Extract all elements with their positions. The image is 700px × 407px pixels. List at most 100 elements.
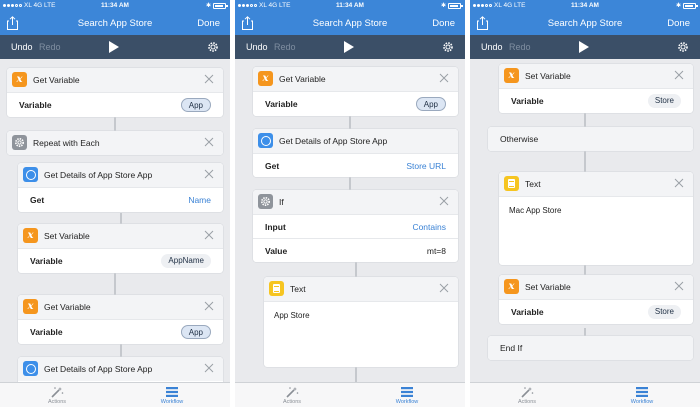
tab-workflow[interactable]: Workflow — [617, 386, 667, 405]
tab-workflow[interactable]: Workflow — [382, 386, 432, 405]
action-card-text[interactable]: Text Mac App Store — [499, 172, 693, 265]
redo-button[interactable]: Redo — [39, 42, 61, 52]
status-bar: XL 4G LTE 11:34 AM ✱ — [235, 0, 465, 12]
variable-icon: x — [23, 299, 38, 314]
card-title: Repeat with Each — [33, 138, 100, 148]
param-label: Variable — [30, 327, 63, 337]
param-value[interactable]: Contains — [412, 222, 446, 232]
card-title: Text — [525, 179, 541, 189]
close-icon[interactable] — [204, 363, 214, 373]
variable-name-field[interactable]: Store — [647, 305, 681, 319]
close-icon[interactable] — [439, 73, 449, 83]
nav-bar: Search App Store Done — [470, 12, 700, 35]
variable-icon: x — [504, 279, 519, 294]
variable-name-field[interactable]: AppName — [161, 254, 211, 268]
redo-button[interactable]: Redo — [274, 42, 296, 52]
workflow-list-icon — [166, 387, 178, 397]
tab-actions[interactable]: Actions — [267, 386, 317, 405]
param-label: Value — [265, 246, 288, 256]
close-icon[interactable] — [204, 169, 214, 179]
undo-button[interactable]: Undo — [481, 42, 503, 52]
param-value[interactable]: Store URL — [406, 161, 446, 171]
done-button[interactable]: Done — [667, 18, 690, 29]
variable-icon: x — [12, 72, 27, 87]
close-icon[interactable] — [204, 74, 214, 84]
action-card-if[interactable]: If Input Contains Value mt=8 — [253, 190, 458, 262]
card-header: End If — [488, 336, 693, 360]
editor-toolbar: Undo Redo — [470, 35, 700, 59]
status-time: 11:34 AM — [101, 2, 129, 9]
phone-screen-2: XL 4G LTE 11:34 AM ✱ Search App Store Do… — [235, 0, 465, 407]
phone-screen-1: XL 4G LTE 11:34 AM ✱ Search App Store Do… — [0, 0, 230, 407]
variable-token[interactable]: App — [415, 97, 446, 111]
variable-token[interactable]: App — [180, 98, 211, 112]
tab-actions[interactable]: Actions — [32, 386, 82, 405]
param-row: Value mt=8 — [253, 238, 458, 262]
tab-actions[interactable]: Actions — [502, 386, 552, 405]
text-area[interactable]: Mac App Store — [499, 196, 693, 265]
action-card-text[interactable]: Text App Store — [264, 277, 458, 367]
workflow-list-icon — [401, 387, 413, 397]
status-time: 11:34 AM — [336, 2, 364, 9]
card-title: Set Variable — [525, 282, 571, 292]
card-header: Get Details of App Store App — [18, 357, 223, 381]
battery-icon — [683, 2, 698, 9]
close-icon[interactable] — [439, 196, 449, 206]
editor-toolbar: Undo Redo — [235, 35, 465, 59]
action-card-get-variable[interactable]: x Get Variable Variable App — [18, 295, 223, 344]
play-icon[interactable] — [109, 41, 119, 53]
workflow-list[interactable]: x Set Variable Variable Store Otherwise … — [470, 59, 700, 382]
action-card-get-details[interactable]: Get Details of App Store App Get Store U… — [253, 129, 458, 177]
card-title: Set Variable — [44, 231, 90, 241]
app-store-icon — [23, 361, 38, 376]
undo-button[interactable]: Undo — [246, 42, 268, 52]
close-icon[interactable] — [439, 283, 449, 293]
card-title: Get Variable — [279, 74, 326, 84]
variable-name-field[interactable]: Store — [647, 94, 681, 108]
close-icon[interactable] — [204, 230, 214, 240]
redo-button[interactable]: Redo — [509, 42, 531, 52]
action-card-get-variable[interactable]: x Get Variable Variable App — [253, 67, 458, 116]
param-value[interactable]: mt=8 — [427, 246, 446, 256]
tab-label: Actions — [282, 399, 302, 405]
done-button[interactable]: Done — [432, 18, 455, 29]
close-icon[interactable] — [204, 137, 214, 147]
variable-token[interactable]: App — [180, 325, 211, 339]
text-area[interactable]: App Store — [264, 301, 458, 367]
close-icon[interactable] — [204, 301, 214, 311]
close-icon[interactable] — [674, 281, 684, 291]
card-title: Otherwise — [500, 134, 539, 144]
magic-wand-icon — [286, 387, 299, 398]
tab-label: Workflow — [395, 399, 419, 405]
action-card-get-details[interactable]: Get Details of App Store App — [18, 357, 223, 382]
control-card-otherwise[interactable]: Otherwise — [488, 127, 693, 151]
action-card-set-variable[interactable]: x Set Variable Variable AppName — [18, 224, 223, 273]
action-card-repeat-with-each[interactable]: Repeat with Each — [7, 131, 223, 155]
control-card-end-if[interactable]: End If — [488, 336, 693, 360]
action-card-get-variable[interactable]: x Get Variable Variable App — [7, 68, 223, 117]
workflow-list[interactable]: x Get Variable Variable App Get Details … — [235, 59, 465, 382]
workflow-list[interactable]: x Get Variable Variable App Repeat with … — [0, 59, 230, 382]
done-button[interactable]: Done — [197, 18, 220, 29]
settings-gear-icon[interactable] — [677, 41, 689, 53]
bluetooth-icon: ✱ — [205, 3, 211, 9]
play-icon[interactable] — [579, 41, 589, 53]
play-icon[interactable] — [344, 41, 354, 53]
tab-workflow[interactable]: Workflow — [147, 386, 197, 405]
nav-title: Search App Store — [312, 18, 388, 29]
magic-wand-icon — [521, 387, 534, 398]
close-icon[interactable] — [674, 70, 684, 80]
param-value[interactable]: Name — [188, 195, 211, 205]
action-card-set-variable[interactable]: x Set Variable Variable Store — [499, 275, 693, 324]
card-header: If — [253, 190, 458, 214]
text-icon — [504, 176, 519, 191]
battery-icon — [213, 2, 228, 9]
action-card-set-variable[interactable]: x Set Variable Variable Store — [499, 64, 693, 113]
action-card-get-details[interactable]: Get Details of App Store App Get Name — [18, 163, 223, 212]
undo-button[interactable]: Undo — [11, 42, 33, 52]
settings-gear-icon[interactable] — [442, 41, 454, 53]
close-icon[interactable] — [674, 178, 684, 188]
settings-gear-icon[interactable] — [207, 41, 219, 53]
param-row: Input Contains — [253, 214, 458, 238]
card-title: Set Variable — [525, 71, 571, 81]
